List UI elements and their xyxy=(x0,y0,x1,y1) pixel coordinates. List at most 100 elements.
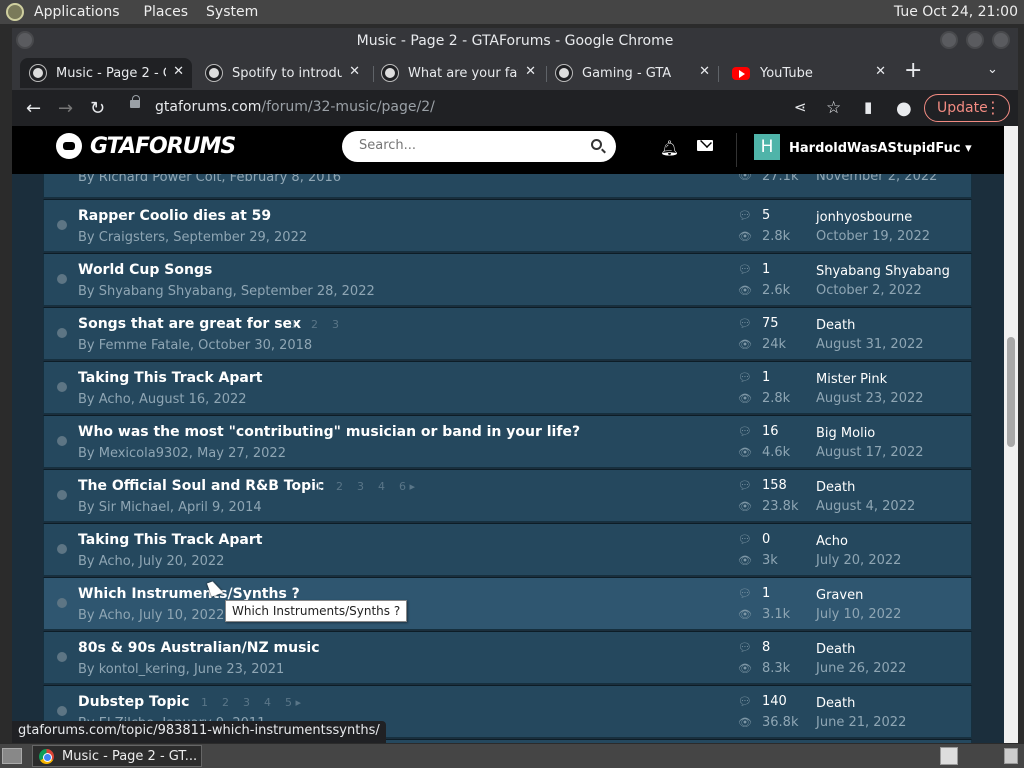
page-link[interactable]: 1 xyxy=(201,696,208,709)
topic-row[interactable]: 80s & 90s Australian/NZ music By kontol_k… xyxy=(43,631,972,684)
topic-row[interactable]: Who was the most "contributing" musician… xyxy=(43,415,972,468)
last-post-date[interactable]: July 10, 2022 xyxy=(816,607,901,622)
window-titlebar[interactable]: Music - Page 2 - GTAForums - Google Chro… xyxy=(12,28,1018,54)
profile-avatar-icon[interactable]: ● xyxy=(896,98,912,119)
minimize-button[interactable] xyxy=(940,31,958,49)
close-icon[interactable]: ✕ xyxy=(875,64,886,79)
page-link[interactable]: 6 ▸ xyxy=(399,480,415,493)
search-box[interactable] xyxy=(342,131,616,162)
last-post-date[interactable]: October 19, 2022 xyxy=(816,229,930,244)
scroll-thumb[interactable] xyxy=(1007,337,1015,447)
last-poster-link[interactable]: Death xyxy=(816,642,855,657)
last-poster-link[interactable]: Acho xyxy=(816,534,848,549)
last-post-date[interactable]: July 20, 2022 xyxy=(816,553,901,568)
tab-youtube[interactable]: YouTube ✕ xyxy=(722,58,894,88)
page-link[interactable]: 2 xyxy=(336,480,343,493)
forward-arrow-icon[interactable]: → xyxy=(58,98,73,119)
topic-row[interactable]: Taking This Track Apart By Acho, July 20,… xyxy=(43,523,972,576)
topic-author-meta[interactable]: By Craigsters, September 29, 2022 xyxy=(78,230,307,245)
page-scrollbar[interactable] xyxy=(1004,126,1018,743)
page-link[interactable]: 3 xyxy=(357,480,364,493)
panel-clock[interactable]: Tue Oct 24, 21:00 xyxy=(894,4,1018,20)
tab-gaming[interactable]: Gaming - GTAForums ✕ xyxy=(546,58,718,88)
back-arrow-icon[interactable]: ← xyxy=(26,98,41,119)
kebab-menu-icon[interactable]: ⋮ xyxy=(985,98,1001,117)
page-link[interactable]: 2 xyxy=(222,696,229,709)
topic-title-link[interactable]: Taking This Track Apart xyxy=(78,370,262,386)
page-link[interactable]: 2 xyxy=(311,318,318,331)
last-post-date[interactable]: August 23, 2022 xyxy=(816,391,924,406)
read-status-dot-icon[interactable] xyxy=(57,652,67,662)
topic-row[interactable]: Rapper Coolio dies at 59 By Craigsters, S… xyxy=(43,199,972,252)
applications-menu[interactable]: Applications xyxy=(34,4,120,20)
read-status-dot-icon[interactable] xyxy=(57,382,67,392)
side-panel-icon[interactable]: ▮ xyxy=(864,98,872,116)
topic-title-link[interactable]: World Cup Songs xyxy=(78,262,212,278)
gnome-menu-icon[interactable] xyxy=(6,3,24,21)
page-link[interactable]: 1 xyxy=(315,480,322,493)
last-post-date[interactable]: August 31, 2022 xyxy=(816,337,924,352)
last-post-date[interactable]: June 21, 2022 xyxy=(816,715,906,730)
page-link[interactable]: 4 xyxy=(264,696,271,709)
last-post-date[interactable]: August 4, 2022 xyxy=(816,499,915,514)
share-icon[interactable]: ⋖ xyxy=(794,98,807,116)
topic-row[interactable]: The Official Soul and R&B Topic 1 2 3 4 6 ▸ By… xyxy=(43,469,972,522)
topic-title-link[interactable]: Who was the most "contributing" musician… xyxy=(78,424,580,440)
topic-author-meta[interactable]: By kontol_kering, June 23, 2021 xyxy=(78,662,284,677)
read-status-dot-icon[interactable] xyxy=(57,220,67,230)
maximize-button[interactable] xyxy=(966,31,984,49)
read-status-dot-icon[interactable] xyxy=(57,436,67,446)
bell-icon[interactable]: 🔔︎ xyxy=(660,139,679,157)
topic-title-link[interactable]: Rapper Coolio dies at 59 xyxy=(78,208,271,224)
topic-author-meta[interactable]: By Femme Fatale, October 30, 2018 xyxy=(78,338,312,353)
read-status-dot-icon[interactable] xyxy=(57,706,67,716)
read-status-dot-icon[interactable] xyxy=(57,490,67,500)
bookmark-star-icon[interactable]: ☆ xyxy=(826,98,841,118)
topic-title-link[interactable]: Dubstep Topic xyxy=(78,694,189,710)
close-icon[interactable]: ✕ xyxy=(349,64,360,79)
topic-row[interactable]: World Cup Songs By Shyabang Shyabang, Sep… xyxy=(43,253,972,306)
last-poster-link[interactable]: Shyabang Shyabang xyxy=(816,264,950,279)
search-icon[interactable] xyxy=(591,139,602,150)
topic-title-link[interactable]: 80s & 90s Australian/NZ music xyxy=(78,640,320,656)
reload-icon[interactable]: ↻ xyxy=(90,98,105,119)
topic-row[interactable]: Taking This Track Apart By Acho, August 1… xyxy=(43,361,972,414)
read-status-dot-icon[interactable] xyxy=(57,274,67,284)
window-menu-button[interactable] xyxy=(16,31,34,49)
topic-author-meta[interactable]: By Acho, July 20, 2022 xyxy=(78,554,224,569)
close-window-button[interactable] xyxy=(992,31,1010,49)
mail-icon[interactable] xyxy=(697,140,713,151)
taskbar-item-chrome[interactable]: Music - Page 2 - GT... xyxy=(32,745,202,767)
tab-music-page-2[interactable]: Music - Page 2 - GTAForums ✕ xyxy=(20,58,192,88)
user-menu[interactable]: HardoldWasAStupidFuc ▾ xyxy=(789,141,972,156)
close-icon[interactable]: ✕ xyxy=(525,64,536,79)
read-status-dot-icon[interactable] xyxy=(57,544,67,554)
last-post-date[interactable]: June 26, 2022 xyxy=(816,661,906,676)
topic-row[interactable]: Which Instruments/Synths ? By Acho, July … xyxy=(43,577,972,630)
last-poster-link[interactable]: Death xyxy=(816,480,855,495)
topic-row[interactable]: Songs that are great for sex 1 2 3 By Femme … xyxy=(43,307,972,360)
system-menu[interactable]: System xyxy=(206,4,258,20)
avatar[interactable]: H xyxy=(754,134,780,160)
last-poster-link[interactable]: Death xyxy=(816,318,855,333)
topic-title-link[interactable]: Taking This Track Apart xyxy=(78,532,262,548)
last-post-date[interactable]: October 2, 2022 xyxy=(816,283,922,298)
topic-author-meta[interactable]: By Acho, August 16, 2022 xyxy=(78,392,247,407)
search-input[interactable] xyxy=(357,137,577,154)
page-link[interactable]: 3 xyxy=(243,696,250,709)
topic-author-meta[interactable]: By Sir Michael, April 9, 2014 xyxy=(78,500,262,515)
update-button[interactable]: Update ⋮ xyxy=(924,94,1010,122)
last-poster-link[interactable]: Death xyxy=(816,696,855,711)
lock-icon[interactable] xyxy=(130,95,140,108)
address-bar[interactable]: gtaforums.com/forum/32-music/page/2/ xyxy=(155,99,435,115)
tray-chrome-icon[interactable] xyxy=(940,747,958,765)
trash-icon[interactable] xyxy=(1004,748,1018,764)
page-link[interactable]: 1 xyxy=(290,318,297,331)
topic-author-meta[interactable]: By Shyabang Shyabang, September 28, 2022 xyxy=(78,284,375,299)
last-post-date[interactable]: August 17, 2022 xyxy=(816,445,924,460)
page-link[interactable]: 5 ▸ xyxy=(285,696,301,709)
last-poster-link[interactable]: Big Molio xyxy=(816,426,875,441)
topic-author-meta[interactable]: By Mexicola9302, May 27, 2022 xyxy=(78,446,286,461)
page-link[interactable]: 3 xyxy=(332,318,339,331)
gtaforums-logo[interactable]: GTAFORUMS xyxy=(56,133,236,159)
